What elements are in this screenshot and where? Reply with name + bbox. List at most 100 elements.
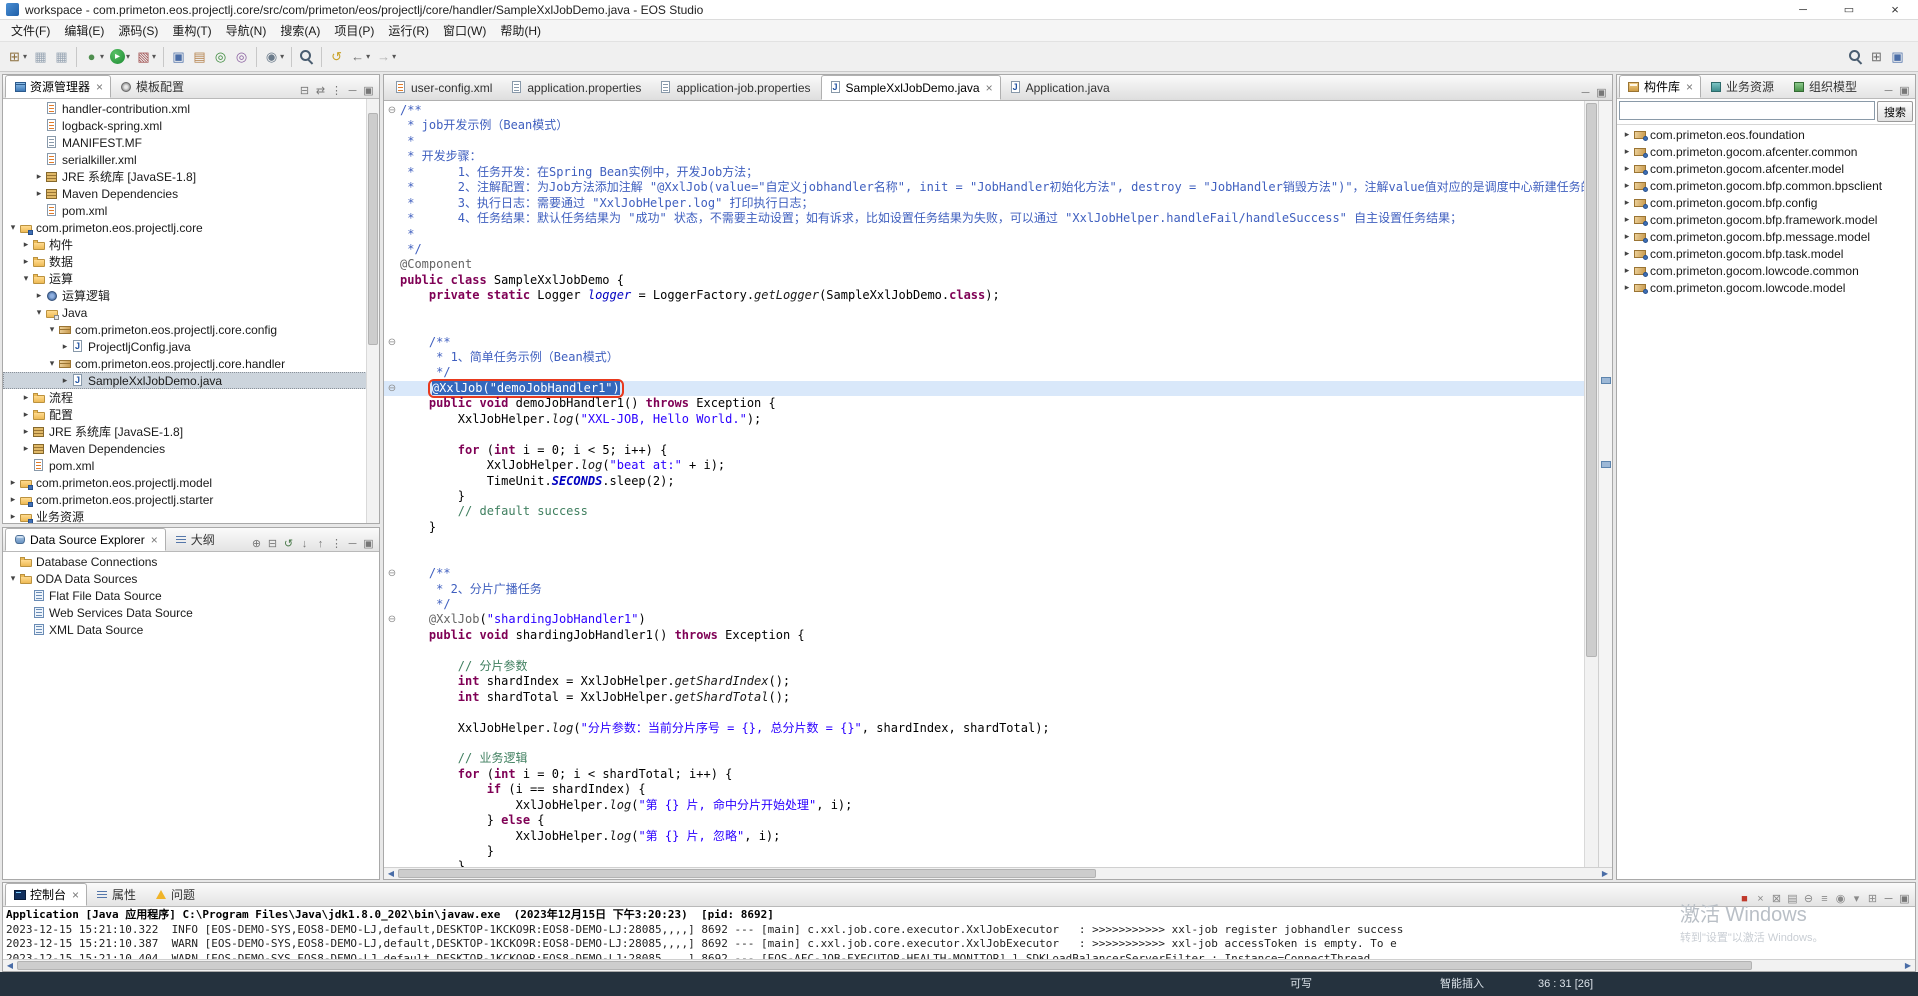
expand-arrow-icon[interactable]: ▸: [7, 477, 19, 488]
expand-arrow-icon[interactable]: ▸: [1621, 265, 1633, 276]
code-line[interactable]: [384, 736, 1584, 751]
tab-资源管理器[interactable]: 资源管理器×: [5, 75, 111, 98]
code-line[interactable]: public void demoJobHandler1() throws Exc…: [384, 396, 1584, 411]
scroll-right-icon[interactable]: ▶: [1901, 961, 1915, 970]
back-button[interactable]: ←▾: [348, 45, 372, 69]
dropdown-arrow-icon[interactable]: ▾: [100, 52, 104, 61]
code-editor[interactable]: ⊖/** * job开发示例（Bean模式） * * 开发步骤： * 1、任务开…: [384, 101, 1584, 867]
tree-item-maven-dependencies[interactable]: ▸Maven Dependencies: [3, 440, 379, 457]
maximize-panel-button[interactable]: ▣: [362, 536, 375, 551]
fold-marker-icon[interactable]: ⊖: [384, 381, 400, 396]
expand-arrow-icon[interactable]: ▸: [33, 188, 45, 199]
overview-marker[interactable]: [1601, 461, 1611, 468]
console-horizontal-scrollbar[interactable]: ◀ ▶: [3, 959, 1915, 971]
minimize-panel-button[interactable]: ─: [346, 536, 359, 551]
maximize-panel-button[interactable]: ▣: [1898, 83, 1911, 98]
component-search-button[interactable]: 搜索: [1877, 101, 1913, 122]
dropdown-arrow-icon[interactable]: ▾: [392, 52, 396, 61]
menu-搜索-a[interactable]: 搜索(A): [273, 20, 327, 42]
close-icon[interactable]: ×: [96, 80, 103, 94]
open-perspective-button[interactable]: ⊞: [1867, 45, 1886, 69]
code-line[interactable]: } else {: [384, 813, 1584, 828]
menu-编辑-e[interactable]: 编辑(E): [57, 20, 111, 42]
new-package-button[interactable]: ▤: [190, 45, 209, 69]
tree-item-com-primeton-eos-projectlj-core-handler[interactable]: ▾com.primeton.eos.projectlj.core.handler: [3, 355, 379, 372]
maximize-panel-button[interactable]: ▣: [362, 83, 375, 98]
code-line[interactable]: }: [384, 520, 1584, 535]
expand-arrow-icon[interactable]: ▸: [7, 494, 19, 505]
tree-item-pom-xml[interactable]: pom.xml: [3, 457, 379, 474]
expand-arrow-icon[interactable]: ▸: [1621, 163, 1633, 174]
expand-arrow-icon[interactable]: ▸: [33, 290, 45, 301]
collapse-all-button[interactable]: ⊟: [298, 83, 311, 98]
editor-vertical-scrollbar[interactable]: [1584, 101, 1598, 867]
expand-arrow-icon[interactable]: ▸: [20, 392, 32, 403]
close-icon[interactable]: ×: [72, 888, 79, 902]
tree-item-com-primeton-gocom-afcenter-model[interactable]: ▸com.primeton.gocom.afcenter.model: [1617, 160, 1915, 177]
maximize-panel-button[interactable]: ▣: [1898, 891, 1911, 906]
scrollbar-track[interactable]: [398, 868, 1598, 879]
quick-access-search-button[interactable]: [1846, 45, 1865, 69]
tree-item-com-primeton-eos-foundation[interactable]: ▸com.primeton.eos.foundation: [1617, 126, 1915, 143]
tree-item-com-primeton-gocom-lowcode-common[interactable]: ▸com.primeton.gocom.lowcode.common: [1617, 262, 1915, 279]
new-wizard-button[interactable]: ⊞▾: [5, 45, 29, 69]
code-line[interactable]: *: [384, 134, 1584, 149]
scrollbar-thumb[interactable]: [368, 113, 378, 345]
tab-属性[interactable]: 属性: [87, 883, 146, 906]
code-line[interactable]: public class SampleXxlJobDemo {: [384, 273, 1584, 288]
menu-源码-s[interactable]: 源码(S): [111, 20, 165, 42]
tree-item-handler-contribution-xml[interactable]: handler-contribution.xml: [3, 100, 379, 117]
code-line[interactable]: }: [384, 844, 1584, 859]
tree-item-projectljconfig-java[interactable]: ▸ProjectljConfig.java: [3, 338, 379, 355]
coverage-button[interactable]: ▧▾: [134, 45, 158, 69]
code-line[interactable]: *: [384, 227, 1584, 242]
java-perspective-button[interactable]: ▣: [1888, 45, 1907, 69]
code-line[interactable]: * 2、注解配置：为Job方法添加注解 "@XxlJob(value="自定义j…: [384, 180, 1584, 195]
close-icon[interactable]: ×: [986, 81, 993, 95]
scrollbar-thumb[interactable]: [1586, 103, 1597, 657]
maximize-editor-button[interactable]: ▣: [1595, 85, 1608, 100]
tree-item-com-primeton-gocom-bfp-message-model[interactable]: ▸com.primeton.gocom.bfp.message.model: [1617, 228, 1915, 245]
code-line[interactable]: * job开发示例（Bean模式）: [384, 118, 1584, 133]
tab-模板配置[interactable]: 模板配置: [111, 75, 194, 98]
remove-launch-button[interactable]: ×: [1754, 891, 1767, 906]
minimize-editor-button[interactable]: ─: [1579, 85, 1592, 100]
code-line[interactable]: [384, 304, 1584, 319]
expand-arrow-icon[interactable]: ▸: [1621, 197, 1633, 208]
remove-all-launches-button[interactable]: ⊠: [1770, 891, 1783, 906]
tree-item-jre-系统库-javase-1-8[interactable]: ▸JRE 系统库 [JavaSE-1.8]: [3, 168, 379, 185]
menu-文件-f[interactable]: 文件(F): [4, 20, 57, 42]
expand-arrow-icon[interactable]: ▸: [20, 409, 32, 420]
collapse-arrow-icon[interactable]: ▾: [20, 273, 32, 284]
tab-application-job-properties[interactable]: application-job.properties: [651, 75, 820, 100]
expand-arrow-icon[interactable]: ▸: [20, 443, 32, 454]
collapse-arrow-icon[interactable]: ▾: [7, 222, 19, 233]
code-line[interactable]: // 业务逻辑: [384, 751, 1584, 766]
tree-item-运算[interactable]: ▾运算: [3, 270, 379, 287]
expand-arrow-icon[interactable]: ▸: [1621, 180, 1633, 191]
code-line[interactable]: * 2、分片广播任务: [384, 582, 1584, 597]
refresh-button[interactable]: ↺: [282, 536, 295, 551]
code-line[interactable]: * 4、任务结果：默认任务结果为 "成功" 状态，不需要主动设置；如有诉求，比如…: [384, 211, 1584, 226]
code-line[interactable]: public void shardingJobHandler1() throws…: [384, 628, 1584, 643]
fold-marker-icon[interactable]: ⊖: [384, 612, 400, 627]
close-window-button[interactable]: ×: [1872, 0, 1918, 19]
expand-arrow-icon[interactable]: ▸: [1621, 248, 1633, 259]
tree-item-manifest-mf[interactable]: MANIFEST.MF: [3, 134, 379, 151]
import-button[interactable]: ↓: [298, 536, 311, 551]
code-line[interactable]: ⊖/**: [384, 103, 1584, 118]
close-icon[interactable]: ×: [1686, 80, 1693, 94]
code-line[interactable]: [384, 551, 1584, 566]
code-line[interactable]: XxlJobHelper.log("第 {} 片, 忽略", i);: [384, 829, 1584, 844]
scrollbar-thumb[interactable]: [17, 961, 1752, 970]
code-line[interactable]: [384, 427, 1584, 442]
code-line[interactable]: */: [384, 597, 1584, 612]
new-java-project-button[interactable]: ▣: [169, 45, 188, 69]
code-line[interactable]: if (i == shardIndex) {: [384, 782, 1584, 797]
tree-item-samplexxljobdemo-java[interactable]: ▸SampleXxlJobDemo.java: [3, 372, 379, 389]
fold-marker-icon[interactable]: ⊖: [384, 566, 400, 581]
collapse-arrow-icon[interactable]: ▾: [46, 324, 58, 335]
word-wrap-button[interactable]: ≡: [1818, 891, 1831, 906]
tab-application-properties[interactable]: application.properties: [502, 75, 651, 100]
open-console-button[interactable]: ⊞: [1866, 891, 1879, 906]
